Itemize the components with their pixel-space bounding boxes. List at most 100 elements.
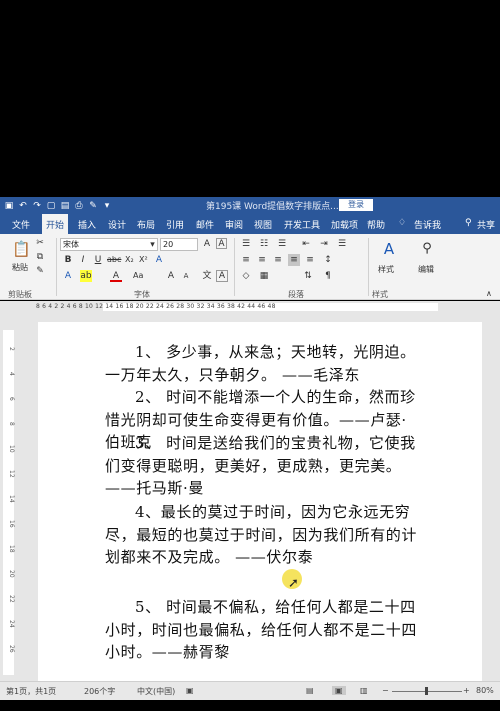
paragraph-5[interactable]: 5、 时间最不偏私，给任何人都是二十四小时，时间也最偏私，给任何人都不是二十四小…	[105, 596, 421, 664]
tab-file[interactable]: 文件	[12, 218, 30, 231]
status-bar: 第1页，共1页 206个字 中文(中国) ▣ ▤ ▣ ▥ − + 80%	[0, 681, 500, 700]
subscript-icon[interactable]: X₂	[125, 255, 134, 264]
shading-icon[interactable]: ◇	[240, 270, 252, 282]
clear-format-icon[interactable]: A	[153, 254, 165, 266]
font-name-select[interactable]: 宋体	[60, 238, 158, 251]
tab-view[interactable]: 视图	[254, 218, 272, 231]
group-label-styles: 样式	[372, 290, 388, 299]
copy-icon[interactable]: ⧉	[34, 251, 46, 263]
zoom-level[interactable]: 80%	[476, 686, 494, 695]
word-count[interactable]: 206个字	[84, 686, 115, 697]
group-label-font: 字体	[134, 290, 150, 299]
new-doc-icon[interactable]: ▢	[46, 201, 56, 211]
show-marks-icon[interactable]: ¶	[322, 270, 334, 282]
align-center-icon[interactable]: ≡	[256, 254, 268, 266]
zoom-in-icon[interactable]: +	[463, 686, 470, 695]
grow-font-icon-2[interactable]: A	[165, 270, 177, 282]
undo-icon[interactable]: ↶	[18, 201, 28, 211]
print-layout-icon[interactable]: ▣	[332, 686, 346, 695]
tab-addins[interactable]: 加载项	[331, 218, 358, 231]
text-effects-icon[interactable]: A	[62, 270, 74, 282]
tab-layout[interactable]: 布局	[137, 218, 155, 231]
font-size-select[interactable]: 20	[160, 238, 198, 251]
align-right-icon[interactable]: ≡	[272, 254, 284, 266]
chevron-down-icon[interactable]: ▾	[148, 239, 157, 251]
vertical-ruler-number: 24	[8, 619, 15, 628]
paste-icon[interactable]: 📋	[12, 240, 31, 258]
borders-icon[interactable]: ▦	[258, 270, 270, 282]
line-spacing-icon[interactable]: ↕	[322, 254, 334, 266]
vertical-ruler-numbers: 2 4 6 8 10 12 14 16 18 20 22 24 26	[4, 336, 15, 661]
vertical-ruler-number: 8	[8, 421, 15, 426]
person-icon[interactable]: ⚲	[465, 218, 472, 228]
accessibility-icon[interactable]: ▣	[186, 686, 194, 695]
language-status[interactable]: 中文(中国)	[137, 686, 175, 697]
read-mode-icon[interactable]: ▤	[306, 686, 314, 695]
editing-button[interactable]: 编辑	[418, 264, 434, 275]
group-label-paragraph: 段落	[288, 290, 304, 299]
print-icon[interactable]: ⎙	[74, 201, 84, 211]
paste-button[interactable]: 粘贴	[12, 262, 28, 273]
page-count[interactable]: 第1页，共1页	[6, 686, 56, 697]
tab-design[interactable]: 设计	[108, 218, 126, 231]
zoom-slider-thumb[interactable]	[425, 687, 428, 695]
web-layout-icon[interactable]: ▥	[360, 686, 368, 695]
asian-layout-icon[interactable]: ☰	[336, 238, 348, 250]
save-icon[interactable]: ▣	[4, 201, 14, 211]
distributed-icon[interactable]: ≡	[304, 254, 316, 266]
sort-icon[interactable]: ⇅	[302, 270, 314, 282]
enclose-char-icon[interactable]: A	[216, 270, 228, 282]
bullets-icon[interactable]: ☰	[240, 238, 252, 250]
change-case-icon[interactable]: Aa	[133, 271, 143, 280]
tab-review[interactable]: 审阅	[225, 218, 243, 231]
decrease-indent-icon[interactable]: ⇤	[300, 238, 312, 250]
grow-font-icon[interactable]: A	[201, 238, 213, 250]
customize-qat-icon[interactable]: ▾	[102, 201, 112, 211]
bold-icon[interactable]: B	[62, 254, 74, 266]
justify-icon[interactable]: ≡	[288, 254, 300, 266]
highlight-icon[interactable]: ab	[80, 270, 92, 282]
tab-home[interactable]: 开始	[42, 214, 69, 234]
superscript-icon[interactable]: X²	[139, 255, 148, 264]
numbering-icon[interactable]: ☷	[258, 238, 270, 250]
paragraph-1[interactable]: 1、 多少事，从来急；天地转，光阴迫。一万年太久，只争朝夕。 ——毛泽东	[105, 341, 421, 386]
group-separator	[368, 238, 369, 296]
zoom-out-icon[interactable]: −	[382, 686, 389, 695]
tell-me-box[interactable]: 告诉我	[414, 218, 441, 231]
tab-help[interactable]: 帮助	[367, 218, 385, 231]
styles-icon[interactable]: A	[380, 240, 398, 258]
styles-button[interactable]: 样式	[378, 264, 394, 275]
multilevel-list-icon[interactable]: ☰	[276, 238, 288, 250]
tab-mailings[interactable]: 邮件	[196, 218, 214, 231]
open-icon[interactable]: ▤	[60, 201, 70, 211]
find-icon[interactable]: ⚲	[418, 240, 436, 258]
underline-icon[interactable]: U	[92, 254, 104, 266]
font-color-icon[interactable]: A	[110, 270, 122, 282]
login-button[interactable]: 登录	[339, 199, 373, 211]
increase-indent-icon[interactable]: ⇥	[318, 238, 330, 250]
paragraph-3[interactable]: 3、 时间是送给我们的宝贵礼物，它使我们变得更聪明，更美好，更成熟，更完美。——…	[105, 432, 421, 500]
strikethrough-icon[interactable]: abc	[107, 255, 121, 264]
tab-insert[interactable]: 插入	[78, 218, 96, 231]
char-border-icon[interactable]: A	[216, 238, 227, 249]
share-button[interactable]: 共享	[477, 218, 495, 231]
collapse-ribbon-icon[interactable]: ∧	[486, 289, 492, 298]
lightbulb-icon[interactable]: ♢	[398, 218, 406, 228]
vertical-ruler-number: 14	[8, 494, 15, 503]
paragraph-4[interactable]: 4、最长的莫过于时间，因为它永远无穷尽，最短的也莫过于时间，因为我们所有的计划都…	[105, 501, 421, 569]
horizontal-ruler: 8 6 4 2 2 4 6 8 10 12 14 16 18 20 22 24 …	[0, 301, 500, 313]
shrink-font-icon[interactable]: A	[180, 270, 192, 282]
vertical-ruler-number: 4	[8, 371, 15, 376]
phonetic-guide-icon[interactable]: 文	[201, 270, 213, 282]
italic-icon[interactable]: I	[77, 254, 89, 266]
align-left-icon[interactable]: ≡	[240, 254, 252, 266]
vertical-ruler-number: 6	[8, 396, 15, 401]
tab-references[interactable]: 引用	[166, 218, 184, 231]
redo-icon[interactable]: ↷	[32, 201, 42, 211]
tab-developer[interactable]: 开发工具	[284, 218, 320, 231]
ribbon-home: 📋 粘贴 ✂ ⧉ ✎ 剪贴板 宋体 ▾ 20 A A B I U abc X₂ …	[0, 234, 500, 300]
group-label-clipboard: 剪贴板	[8, 290, 32, 299]
format-painter-icon[interactable]: ✎	[88, 201, 98, 211]
format-painter-icon[interactable]: ✎	[34, 265, 46, 277]
cut-icon[interactable]: ✂	[34, 237, 46, 249]
